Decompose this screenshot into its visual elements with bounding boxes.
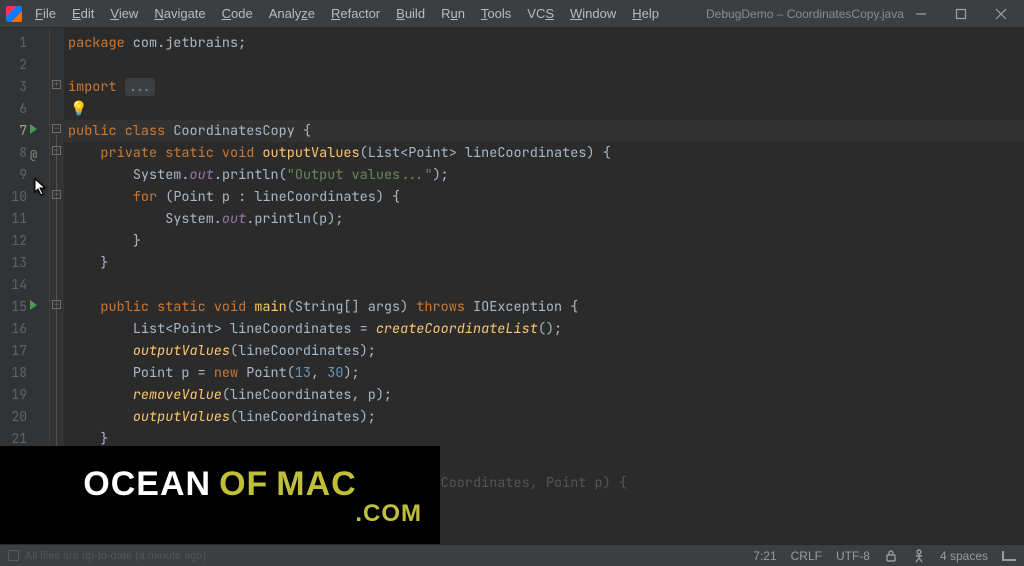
menu-edit[interactable]: Edit xyxy=(65,3,101,24)
readonly-lock-icon[interactable] xyxy=(884,549,898,563)
fold-toggle-icon[interactable]: − xyxy=(52,190,61,199)
caret-position[interactable]: 7:21 xyxy=(753,549,776,563)
indent-info[interactable]: 4 spaces xyxy=(940,549,988,563)
menu-help[interactable]: Help xyxy=(625,3,666,24)
ide-status-icon[interactable] xyxy=(1002,551,1016,561)
current-line-gutter: 7 xyxy=(0,120,49,142)
menu-navigate[interactable]: Navigate xyxy=(147,3,212,24)
menu-window[interactable]: Window xyxy=(563,3,623,24)
maximize-button[interactable] xyxy=(944,3,978,25)
menu-code[interactable]: Code xyxy=(215,3,260,24)
close-button[interactable] xyxy=(984,3,1018,25)
menu-tools[interactable]: Tools xyxy=(474,3,518,24)
watermark-text: OCEAN xyxy=(83,465,211,503)
intention-bulb-icon[interactable]: 💡 xyxy=(70,98,87,120)
menu-vcs[interactable]: VCS xyxy=(520,3,561,24)
main-menu: File Edit View Navigate Code Analyze Ref… xyxy=(28,3,666,24)
menu-view[interactable]: View xyxy=(103,3,145,24)
line-separator[interactable]: CRLF xyxy=(791,549,822,563)
menu-run[interactable]: Run xyxy=(434,3,472,24)
vcs-status-icon xyxy=(8,550,19,561)
window-title: DebugDemo – CoordinatesCopy.java – Intel… xyxy=(666,7,904,21)
menu-analyze[interactable]: Analyze xyxy=(262,3,322,24)
app-icon xyxy=(6,6,22,22)
status-bar: All files are up-to-date (a minute ago) … xyxy=(0,544,1024,566)
menu-file[interactable]: File xyxy=(28,3,63,24)
current-line: public class CoordinatesCopy { xyxy=(64,120,1024,142)
vcs-status-text: All files are up-to-date (a minute ago) xyxy=(25,550,206,562)
fold-toggle-icon[interactable]: − xyxy=(52,146,61,155)
window-controls xyxy=(904,3,1018,25)
run-gutter-icon[interactable] xyxy=(30,300,37,310)
run-gutter-icon[interactable] xyxy=(30,124,37,134)
menu-refactor[interactable]: Refactor xyxy=(324,3,387,24)
file-encoding[interactable]: UTF-8 xyxy=(836,549,870,563)
fold-toggle-icon[interactable]: + xyxy=(52,80,61,89)
fold-toggle-icon[interactable]: − xyxy=(52,300,61,309)
override-gutter-icon[interactable]: @ xyxy=(30,144,37,166)
watermark-overlay: OCEANOFMAC .COM xyxy=(0,446,440,546)
titlebar: File Edit View Navigate Code Analyze Ref… xyxy=(0,0,1024,28)
gutter-row: 1 xyxy=(0,32,49,54)
fold-toggle-icon[interactable]: − xyxy=(52,124,61,133)
folded-imports[interactable]: ... xyxy=(125,78,155,96)
inspections-icon[interactable] xyxy=(912,549,926,563)
menu-build[interactable]: Build xyxy=(389,3,432,24)
minimize-button[interactable] xyxy=(904,3,938,25)
